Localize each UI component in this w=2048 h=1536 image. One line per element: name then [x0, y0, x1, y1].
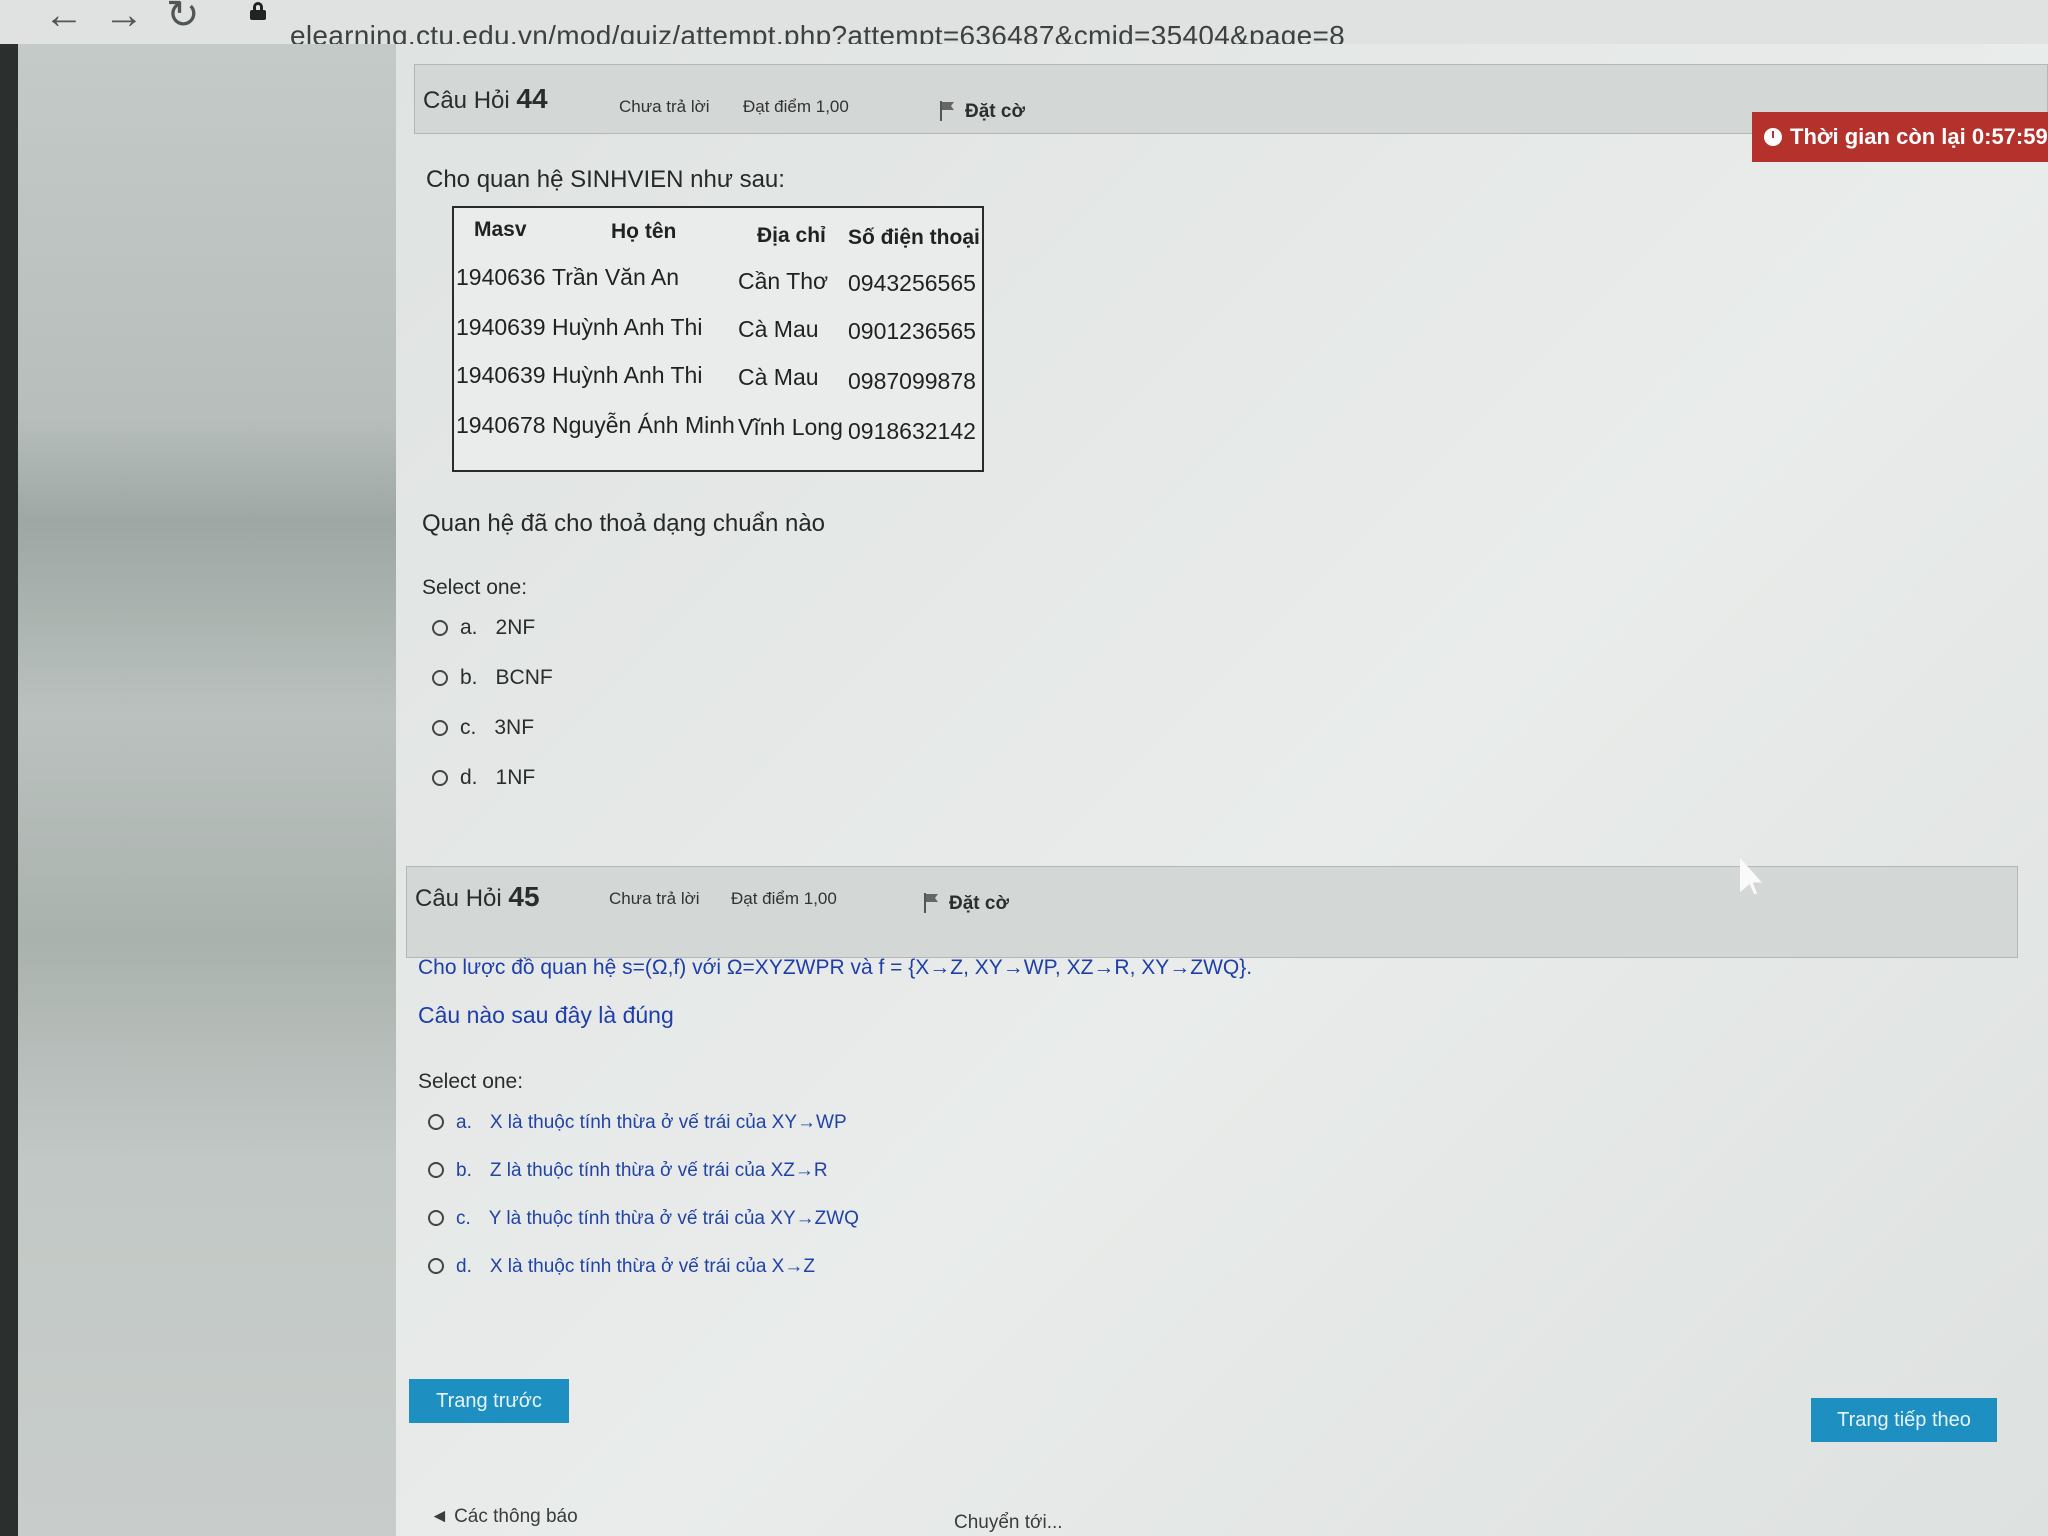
announcements-link[interactable]: ◄ Các thông báo [430, 1506, 578, 1528]
option-44-c[interactable]: c. 3NF [432, 716, 534, 740]
table-header: Họ tên [611, 220, 677, 243]
table-cell: 1940639 [456, 314, 546, 340]
table-header: Địa chỉ [757, 224, 826, 247]
time-remaining-badge: Thời gian còn lại 0:57:59 [1752, 112, 2048, 162]
option-45-b[interactable]: b. Z là thuộc tính thừa ở vế trái của XZ→… [428, 1160, 828, 1182]
table-cell: 0901236565 [848, 318, 976, 344]
radio-button[interactable] [428, 1114, 444, 1130]
option-45-d[interactable]: d. X là thuộc tính thừa ở vế trái của X→Z [428, 1256, 815, 1278]
radio-button[interactable] [428, 1162, 444, 1178]
back-arrow-icon[interactable]: ← [44, 0, 84, 35]
option-44-b[interactable]: b. BCNF [432, 666, 553, 690]
question-44-grade: Đạt điểm 1,00 [743, 97, 849, 116]
table-cell: 0943256565 [848, 270, 976, 296]
table-cell: 0918632142 [848, 418, 976, 444]
table-cell: Huỳnh Anh Thi [552, 362, 703, 388]
screen-bezel [0, 44, 18, 1536]
table-header: Số điện thoại [848, 226, 980, 249]
radio-button[interactable] [432, 620, 448, 636]
table-cell: Vĩnh Long [738, 414, 843, 440]
table-cell: Cần Thơ [738, 268, 829, 294]
table-cell: 1940678 [456, 412, 546, 438]
select-one-label: Select one: [422, 576, 528, 599]
question-45-text: Cho lược đồ quan hệ s=(Ω,f) với Ω=XYZWPR… [418, 956, 1253, 979]
question-44-state: Chưa trả lời [619, 97, 710, 116]
sinhvien-table: Masv Họ tên Địa chỉ Số điện thoại 194063… [452, 206, 984, 472]
question-44-flag[interactable]: Đặt cờ [939, 101, 1025, 123]
next-page-button[interactable]: Trang tiếp theo [1811, 1398, 1997, 1442]
table-header: Masv [474, 218, 527, 241]
radio-button[interactable] [432, 770, 448, 786]
question-44-intro: Cho quan hệ SINHVIEN như sau: [426, 166, 785, 193]
jump-to-select[interactable]: Chuyển tới... [954, 1512, 1063, 1534]
table-cell: Cà Mau [738, 364, 819, 390]
question-44-text: Quan hệ đã cho thoả dạng chuẩn nào [422, 510, 826, 537]
forward-arrow-icon[interactable]: → [104, 0, 144, 35]
table-cell: Trần Văn An [552, 264, 680, 290]
table-cell: Huỳnh Anh Thi [552, 314, 703, 340]
background-image [18, 44, 396, 1536]
previous-page-button[interactable]: Trang trước [409, 1379, 569, 1423]
question-44-title: Câu Hỏi 44 [423, 83, 548, 114]
flag-icon [923, 893, 939, 913]
radio-button[interactable] [432, 670, 448, 686]
question-45-prompt: Câu nào sau đây là đúng [418, 1002, 674, 1028]
option-44-d[interactable]: d. 1NF [432, 766, 535, 790]
radio-button[interactable] [432, 720, 448, 736]
browser-toolbar: ← → ↻ elearning.ctu.edu.vn/mod/quiz/atte… [0, 0, 2048, 51]
question-45-state: Chưa trả lời [609, 889, 700, 908]
table-cell: 0987099878 [848, 368, 976, 394]
flag-icon [939, 101, 955, 121]
select-one-label: Select one: [418, 1070, 524, 1093]
option-45-a[interactable]: a. X là thuộc tính thừa ở vế trái của XY→… [428, 1112, 847, 1134]
table-cell: Cà Mau [738, 316, 819, 342]
question-45-grade: Đạt điểm 1,00 [731, 889, 837, 908]
question-45-title: Câu Hỏi 45 [415, 881, 540, 912]
lock-icon[interactable] [250, 2, 266, 20]
table-cell: Nguyễn Ánh Minh [552, 412, 735, 438]
question-45-header: Câu Hỏi 45 Chưa trả lời Đạt điểm 1,00 Đặ… [406, 866, 2018, 958]
reload-icon[interactable]: ↻ [166, 0, 200, 35]
option-44-a[interactable]: a. 2NF [432, 616, 535, 640]
radio-button[interactable] [428, 1210, 444, 1226]
clock-icon [1764, 128, 1782, 146]
table-cell: 1940639 [456, 362, 546, 388]
option-45-c[interactable]: c. Y là thuộc tính thừa ở vế trái của XY→… [428, 1208, 859, 1230]
radio-button[interactable] [428, 1258, 444, 1274]
table-cell: 1940636 [456, 264, 546, 290]
question-45-flag[interactable]: Đặt cờ [923, 893, 1009, 915]
